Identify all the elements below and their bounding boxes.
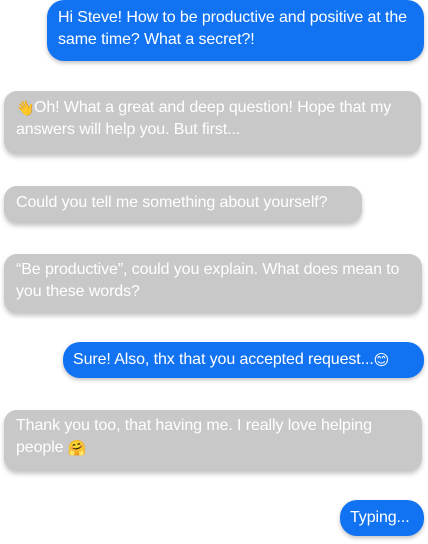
incoming-message-bubble[interactable]: 👋Oh! What a great and deep question! Hop… [4,91,421,154]
message-text: Oh! What a great and deep question! Hope… [16,99,392,138]
outgoing-message-bubble[interactable]: Sure! Also, thx that you accepted reques… [63,342,424,378]
message-text: Hi Steve! How to be productive and posit… [58,9,407,48]
waving-hand-icon: 👋 [16,99,35,117]
outgoing-message-bubble[interactable]: Hi Steve! How to be productive and posit… [47,0,424,61]
smiling-face-icon: 😊 [373,351,390,369]
typing-indicator-text: Typing... [350,509,410,526]
message-text: “Be productive”, could you explain. What… [16,261,400,300]
incoming-message-bubble[interactable]: Thank you too, that having me. I really … [4,410,422,471]
message-text: Could you tell me something about yourse… [16,194,328,211]
typing-indicator-bubble: Typing... [340,500,424,536]
hugging-face-icon: 🤗 [67,439,87,457]
message-text: Sure! Also, thx that you accepted reques… [73,351,374,368]
chat-thread: Hi Steve! How to be productive and posit… [0,0,428,544]
incoming-message-bubble[interactable]: “Be productive”, could you explain. What… [4,254,422,313]
incoming-message-bubble[interactable]: Could you tell me something about yourse… [4,186,362,223]
